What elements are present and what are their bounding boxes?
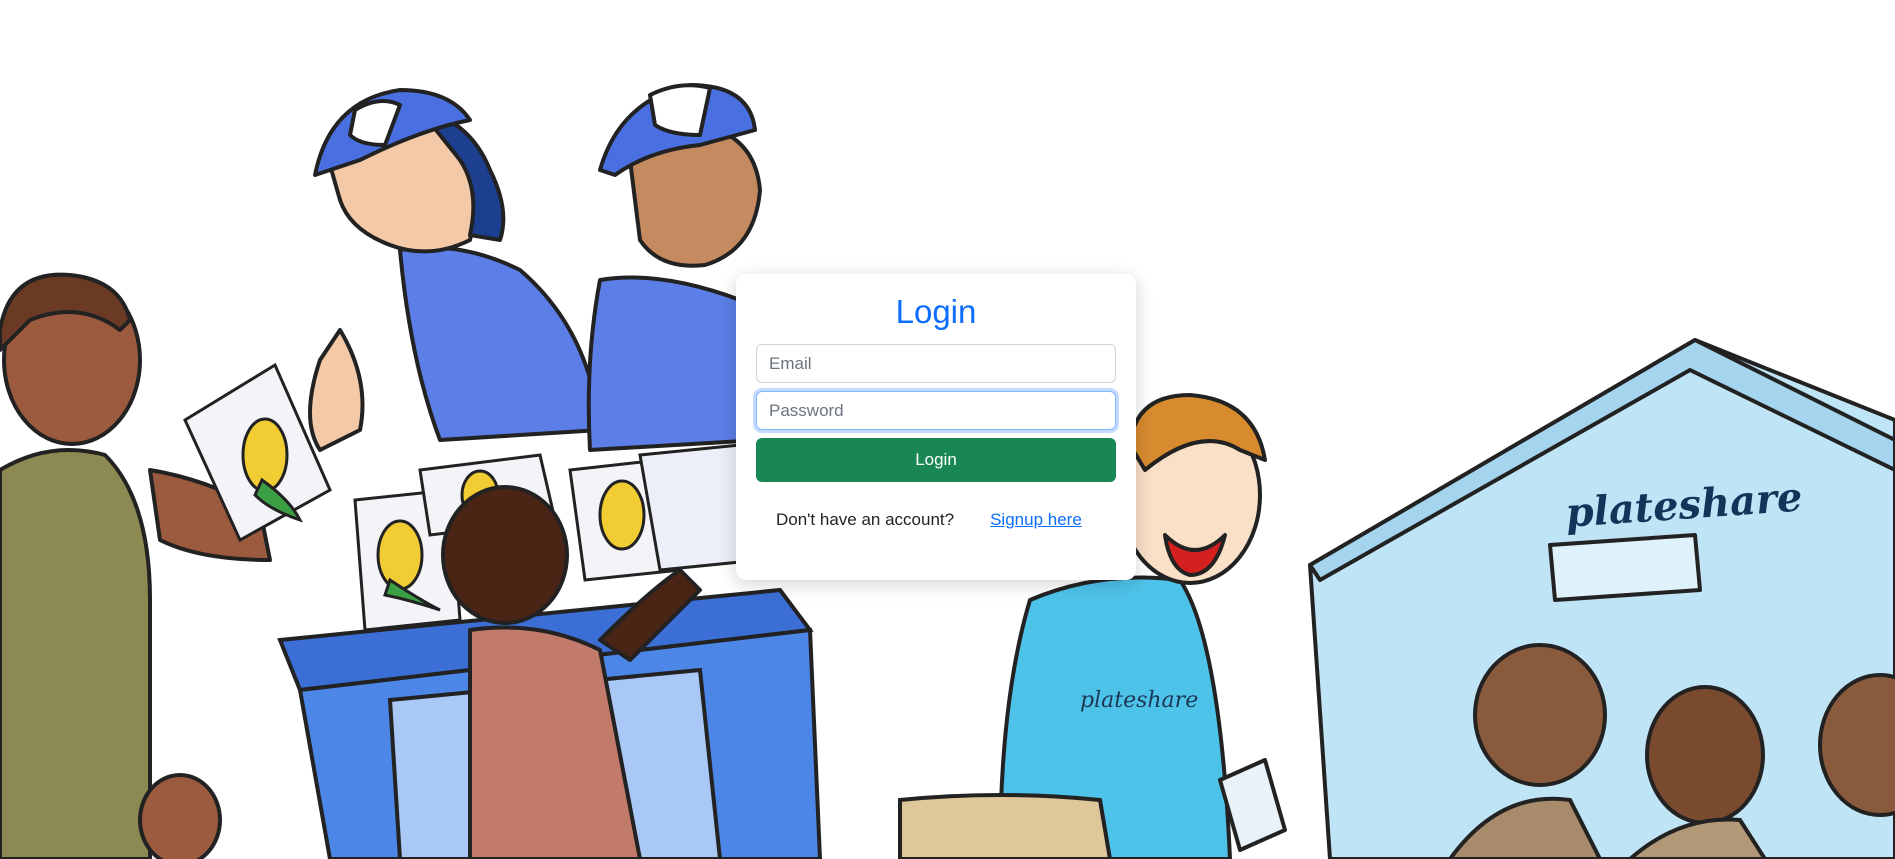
- login-button[interactable]: Login: [756, 438, 1116, 482]
- login-title: Login: [895, 293, 977, 330]
- shirt-brand-text: plateshare: [1080, 688, 1198, 713]
- signup-link[interactable]: Signup here: [990, 510, 1082, 530]
- signup-row: Don't have an account? Signup here: [756, 510, 1116, 530]
- login-card: Login Login Don't have an account? Signu…: [736, 274, 1136, 580]
- email-input[interactable]: [756, 344, 1116, 383]
- plateshare-tent-illustration: plateshare: [1308, 338, 1895, 859]
- signup-prompt: Don't have an account?: [776, 510, 955, 529]
- child-receiving-food-illustration: [0, 272, 272, 859]
- password-input[interactable]: [756, 391, 1116, 430]
- volunteer-woman-illustration: [308, 88, 602, 452]
- volunteer-man-illustration: [586, 83, 762, 452]
